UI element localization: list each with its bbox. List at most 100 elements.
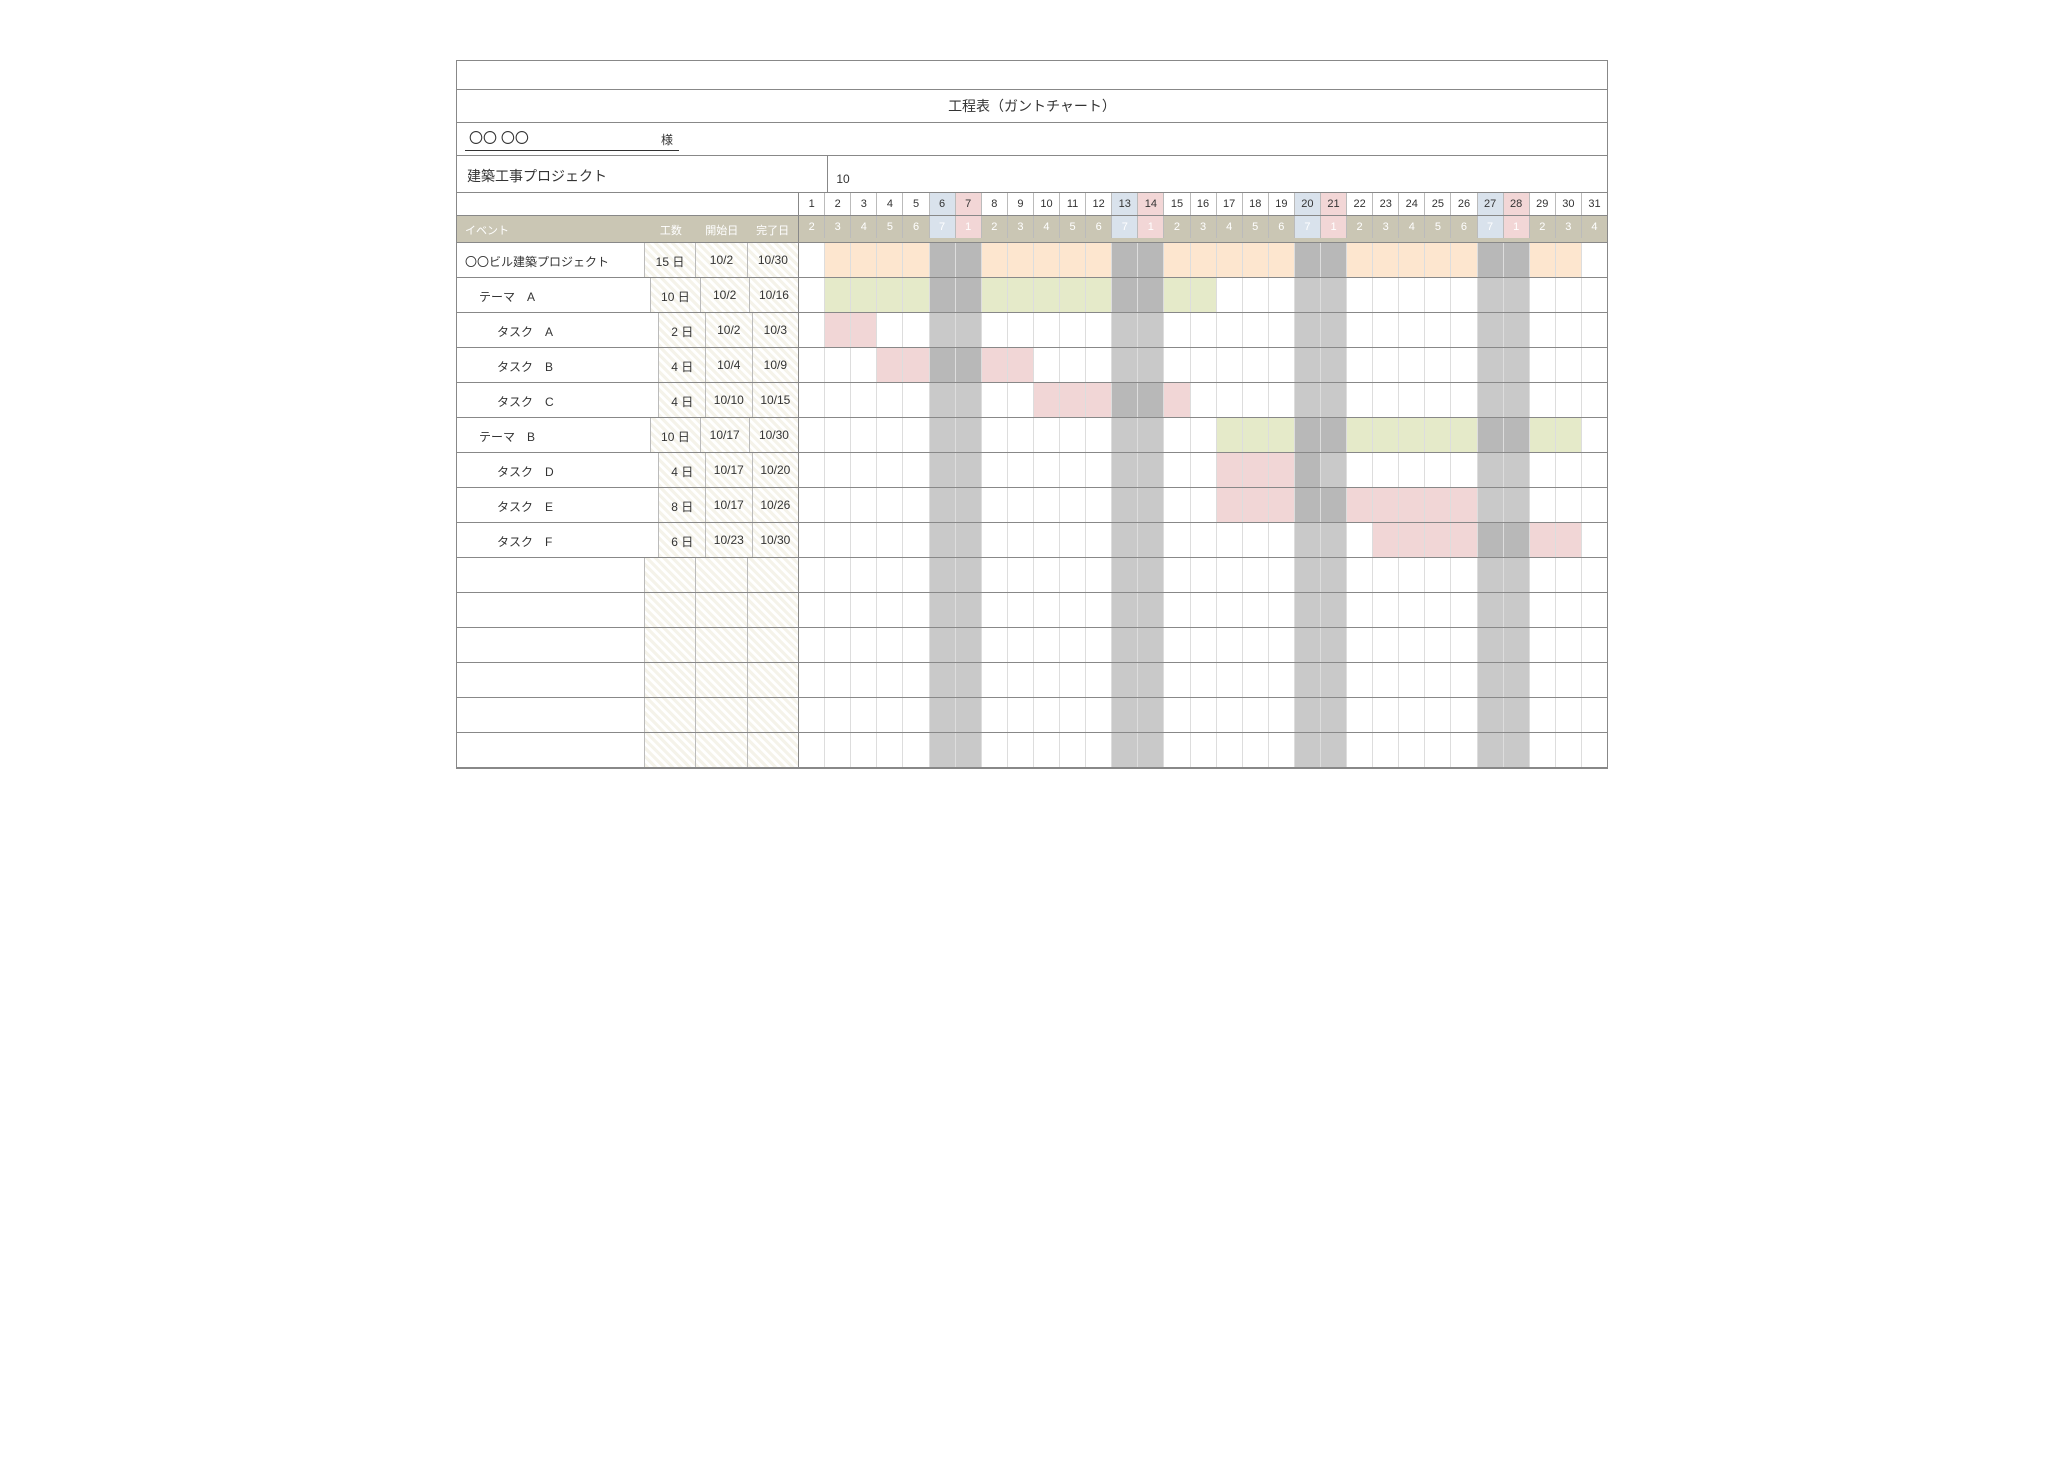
gantt-cell [851, 593, 877, 627]
dow-cell: 2 [982, 216, 1008, 238]
gantt-cell [1191, 663, 1217, 697]
gantt-cell [1295, 663, 1321, 697]
gantt-cell [1399, 488, 1425, 522]
gantt-cell [1243, 593, 1269, 627]
row-start: 10/2 [696, 243, 747, 277]
gantt-cell [1556, 523, 1582, 557]
gantt-cell [1034, 698, 1060, 732]
gantt-cell [1347, 733, 1373, 767]
date-cell: 5 [903, 193, 929, 215]
gantt-cell [1269, 628, 1295, 662]
gantt-cell [1504, 278, 1530, 312]
gantt-cell [1399, 628, 1425, 662]
gantt-cell [1425, 523, 1451, 557]
gantt-cell [1060, 523, 1086, 557]
gantt-cell [1034, 418, 1060, 452]
gantt-cell [825, 488, 851, 522]
gantt-cell [1321, 348, 1347, 382]
gantt-cell [1451, 733, 1477, 767]
gantt-cell [1425, 663, 1451, 697]
dow-cell: 4 [1034, 216, 1060, 238]
gantt-cell [956, 313, 982, 347]
gantt-cell [851, 278, 877, 312]
gantt-cell [1034, 663, 1060, 697]
gantt-cell [799, 348, 825, 382]
gantt-cell [1191, 628, 1217, 662]
gantt-cell [1008, 558, 1034, 592]
row-days [645, 558, 696, 592]
date-header: 1234567891011121314151617181920212223242… [457, 193, 1607, 216]
dow-cell: 4 [1217, 216, 1243, 238]
gantt-cell [1451, 488, 1477, 522]
gantt-cell [1399, 663, 1425, 697]
gantt-row: タスク B4 日10/410/9 [457, 348, 1607, 383]
gantt-cell [1138, 313, 1164, 347]
gantt-cell [1060, 663, 1086, 697]
dow-cell: 6 [903, 216, 929, 238]
gantt-cell [799, 523, 825, 557]
gantt-cell [1086, 243, 1112, 277]
dow-numbers: 2345671234567123456712345671234 [799, 216, 1607, 242]
date-cell: 23 [1373, 193, 1399, 215]
gantt-cell [1008, 663, 1034, 697]
gantt-cell [1373, 278, 1399, 312]
dow-cell: 1 [1504, 216, 1530, 238]
gantt-cell [1504, 348, 1530, 382]
gantt-cell [1191, 698, 1217, 732]
gantt-cell [1060, 348, 1086, 382]
gantt-cell [982, 593, 1008, 627]
dow-cell: 3 [825, 216, 851, 238]
gantt-cell [1034, 278, 1060, 312]
gantt-cell [877, 628, 903, 662]
gantt-cell [1295, 243, 1321, 277]
dow-cell: 3 [1373, 216, 1399, 238]
gantt-cell [1112, 488, 1138, 522]
gantt-cell [1399, 278, 1425, 312]
gantt-cell [1399, 593, 1425, 627]
gantt-cell [1556, 453, 1582, 487]
gantt-cell [1008, 733, 1034, 767]
blank-header [457, 61, 1607, 90]
gantt-cell [1478, 663, 1504, 697]
gantt-cell [1347, 383, 1373, 417]
gantt-cell [877, 523, 903, 557]
row-name: タスク A [457, 313, 659, 347]
gantt-cell [1008, 348, 1034, 382]
gantt-cell [982, 243, 1008, 277]
gantt-cell [851, 523, 877, 557]
dow-cell: 5 [1425, 216, 1451, 238]
gantt-cell [1138, 733, 1164, 767]
dow-cell: 3 [1556, 216, 1582, 238]
date-cell: 1 [799, 193, 825, 215]
gantt-cell [1478, 418, 1504, 452]
gantt-cell [1164, 663, 1190, 697]
gantt-cell [956, 383, 982, 417]
gantt-cell [1008, 453, 1034, 487]
gantt-cell [1373, 243, 1399, 277]
gantt-cell [1504, 313, 1530, 347]
client-row: 〇〇 〇〇 様 [457, 123, 1607, 156]
gantt-cell [1556, 348, 1582, 382]
date-cell: 11 [1060, 193, 1086, 215]
gantt-cell [799, 383, 825, 417]
gantt-cell [1451, 453, 1477, 487]
gantt-cell [851, 243, 877, 277]
gantt-cell [1321, 313, 1347, 347]
gantt-cell [1243, 418, 1269, 452]
gantt-cell [1530, 348, 1556, 382]
gantt-cell [1269, 593, 1295, 627]
gantt-cell [930, 523, 956, 557]
gantt-cell [1451, 383, 1477, 417]
row-name: タスク E [457, 488, 659, 522]
gantt-row [457, 558, 1607, 593]
gantt-cell [1269, 418, 1295, 452]
gantt-cell [1217, 488, 1243, 522]
gantt-cell [1295, 628, 1321, 662]
row-start [696, 628, 747, 662]
gantt-cell [930, 418, 956, 452]
project-row: 建築工事プロジェクト 10 [457, 156, 1607, 193]
gantt-cell [1164, 383, 1190, 417]
gantt-cell [1034, 523, 1060, 557]
gantt-cell [1425, 698, 1451, 732]
gantt-cell [1530, 488, 1556, 522]
